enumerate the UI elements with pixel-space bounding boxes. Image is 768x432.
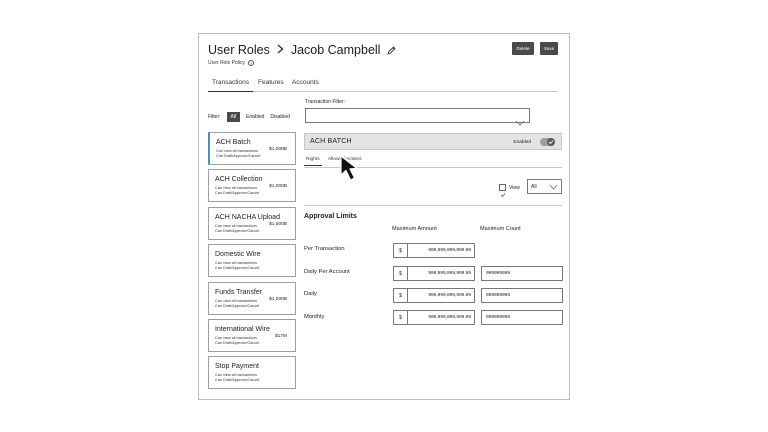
transaction-right-view: Can view all transactions: [215, 299, 257, 303]
transaction-card-stop-payment[interactable]: Stop Payment Can view all transactions C…: [208, 356, 296, 389]
chevron-down-icon: [515, 113, 525, 131]
transaction-limit: $1,000B: [269, 222, 287, 227]
transaction-name: Domestic Wire: [215, 251, 261, 258]
page-title: User Roles Jacob Campbell: [208, 43, 397, 57]
save-button[interactable]: Save: [540, 42, 558, 55]
currency-symbol: $: [394, 244, 408, 257]
transaction-right-view: Can view all transactions: [215, 261, 257, 265]
help-icon[interactable]: ?: [247, 60, 254, 66]
check-icon: [500, 193, 506, 198]
transaction-name: International Wire: [215, 326, 270, 333]
monthly-count-input[interactable]: 999999999: [481, 310, 563, 325]
transaction-card-ach-collection[interactable]: ACH Collection Can view all transactions…: [208, 169, 296, 202]
transaction-limit: $17M: [275, 334, 287, 339]
daily-amount-input[interactable]: $ 999,999,999,999.99: [393, 288, 475, 303]
view-select-value: All: [531, 184, 537, 190]
transaction-right-view: Can view all transactions: [216, 149, 258, 153]
subtitle-text: User Role Policy: [208, 60, 245, 66]
max-amount-header: Maximum Amount: [392, 226, 437, 232]
delete-button[interactable]: Delete: [512, 42, 534, 55]
filter-row: Filter: All Enabled Disabled: [208, 112, 290, 122]
amount-value: 999,999,999,999.99: [428, 271, 471, 276]
transaction-card-ach-batch[interactable]: ACH Batch Can view all transactions Can …: [208, 132, 296, 165]
view-label: View: [509, 185, 520, 191]
limit-label-daily-per-account: Daily Per Account: [304, 269, 350, 275]
transaction-right-view: Can view all transactions: [215, 186, 257, 190]
transaction-right-draft: Can Draft/Approve/Cancel: [215, 266, 260, 270]
transaction-card-funds-transfer[interactable]: Funds Transfer Can view all transactions…: [208, 282, 296, 315]
transaction-card-domestic-wire[interactable]: Domestic Wire Can view all transactions …: [208, 244, 296, 277]
transaction-right-draft: Can Draft/Approve/Cancel: [215, 191, 260, 195]
tab-rights[interactable]: Rights: [304, 157, 322, 166]
transaction-right-view: Can view all transactions: [215, 336, 257, 340]
transaction-name: ACH Batch: [216, 139, 251, 146]
section-divider: [304, 205, 562, 206]
monthly-amount-input[interactable]: $ 999,999,999,999.99: [393, 310, 475, 325]
filter-label: Filter:: [208, 114, 221, 120]
tab-features[interactable]: Features: [254, 79, 288, 91]
filter-enabled-button[interactable]: Enabled: [246, 114, 264, 120]
pencil-icon[interactable]: [386, 45, 397, 56]
filter-disabled-button[interactable]: Disabled: [270, 114, 289, 120]
page-subtitle: User Role Policy ?: [208, 60, 254, 66]
chevron-down-icon: [549, 184, 558, 192]
transaction-detail-header: ACH BATCH Enabled: [304, 133, 562, 150]
user-role-policy-window: User Roles Jacob Campbell User Role Poli…: [198, 33, 570, 400]
view-select[interactable]: All: [527, 179, 562, 194]
transaction-limit: $1,000B: [269, 184, 287, 189]
transaction-name: ACH Collection: [215, 176, 263, 183]
filter-all-button[interactable]: All: [226, 112, 241, 122]
transaction-limit: $1,000B: [269, 297, 287, 302]
amount-value: 999,999,999,999.99: [428, 315, 471, 320]
transaction-filter-select[interactable]: [305, 108, 530, 126]
user-name: Jacob Campbell: [290, 43, 381, 57]
daily-per-account-amount-input[interactable]: $ 999,999,999,999.99: [393, 266, 475, 281]
tab-transactions[interactable]: Transactions: [208, 79, 253, 92]
transaction-right-draft: Can Draft/Approve/Cancel: [215, 304, 260, 308]
transaction-name: Stop Payment: [215, 363, 259, 370]
limit-label-per-transaction: Per Transaction: [304, 246, 345, 252]
amount-value: 999,999,999,999.99: [428, 248, 471, 253]
currency-symbol: $: [394, 267, 408, 280]
transaction-right-view: Can view all transactions: [215, 224, 257, 228]
mouse-cursor-icon: [338, 154, 364, 187]
limit-label-monthly: Monthly: [304, 314, 325, 320]
limit-label-daily: Daily: [304, 291, 317, 297]
transaction-limit: $1,000B: [269, 147, 287, 152]
transaction-name: Funds Transfer: [215, 289, 263, 296]
transaction-right-draft: Can Draft/Approve/Cancel: [216, 154, 261, 158]
view-checkbox[interactable]: [499, 184, 506, 198]
enabled-label: Enabled: [513, 140, 531, 145]
enabled-toggle[interactable]: [540, 138, 555, 146]
daily-count-input[interactable]: 999999999: [481, 288, 563, 303]
max-count-header: Maximum Count: [480, 226, 521, 232]
transaction-name: ACH NACHA Upload: [215, 214, 280, 221]
approval-limits-title: Approval Limits: [304, 213, 357, 220]
transaction-right-draft: Can Draft/Approve/Cancel: [215, 229, 260, 233]
transaction-card-ach-nacha-upload[interactable]: ACH NACHA Upload Can view all transactio…: [208, 207, 296, 240]
chevron-right-icon: [277, 43, 284, 57]
currency-symbol: $: [394, 289, 408, 302]
transaction-detail-title: ACH BATCH: [310, 138, 352, 145]
transaction-filter-label: Transaction Filter:: [305, 99, 345, 105]
transaction-right-view: Can view all transactions: [215, 373, 257, 377]
amount-value: 999,999,999,999.99: [428, 293, 471, 298]
transaction-card-international-wire[interactable]: International Wire Can view all transact…: [208, 319, 296, 352]
breadcrumb-user-roles[interactable]: User Roles: [208, 43, 270, 57]
check-icon: [547, 138, 555, 146]
main-tabs: Transactions Features Accounts: [208, 78, 558, 92]
daily-per-account-count-input[interactable]: 999999999: [481, 266, 563, 281]
tab-accounts[interactable]: Accounts: [288, 79, 323, 91]
transaction-right-draft: Can Draft/Approve/Cancel: [215, 341, 260, 345]
currency-symbol: $: [394, 311, 408, 324]
transaction-right-draft: Can Draft/Approve/Cancel: [215, 378, 260, 382]
per-transaction-amount-input[interactable]: $ 999,999,999,999.99: [393, 243, 475, 258]
